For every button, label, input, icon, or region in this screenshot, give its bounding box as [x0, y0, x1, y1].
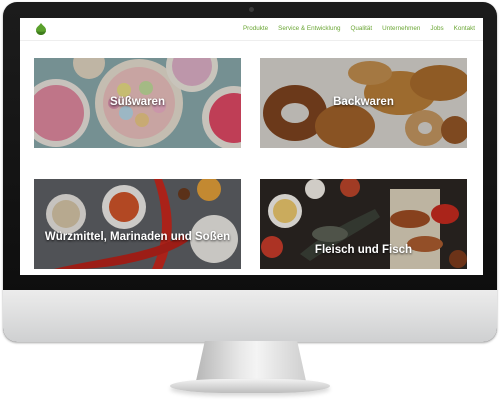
category-tile-suesswaren[interactable]: Süßwaren: [34, 58, 241, 148]
menu-item-kontakt[interactable]: Kontakt: [454, 25, 475, 32]
tile-title: Würzmittel, Marinaden und Soßen: [44, 231, 231, 243]
leaf-logo-icon[interactable]: [34, 22, 48, 36]
monitor-stand: [196, 341, 306, 381]
imac-monitor: Produkte Service & Entwicklung Qualität …: [3, 2, 497, 342]
tile-title: Backwaren: [333, 96, 394, 108]
tile-title: Fleisch und Fisch: [314, 244, 413, 256]
menu-item-jobs[interactable]: Jobs: [430, 25, 443, 32]
category-tile-backwaren[interactable]: Backwaren: [260, 58, 467, 148]
category-tile-fleisch-fisch[interactable]: Fleisch und Fisch: [260, 179, 467, 269]
spices-photo: [34, 179, 241, 269]
main-menu: Produkte Service & Entwicklung Qualität …: [243, 25, 475, 32]
top-navigation: Produkte Service & Entwicklung Qualität …: [20, 18, 483, 41]
menu-item-unternehmen[interactable]: Unternehmen: [382, 25, 420, 32]
menu-item-service-entwicklung[interactable]: Service & Entwicklung: [278, 25, 340, 32]
website-screen: Produkte Service & Entwicklung Qualität …: [20, 18, 483, 275]
menu-item-qualitaet[interactable]: Qualität: [350, 25, 372, 32]
camera-dot: [249, 7, 254, 12]
menu-item-produkte[interactable]: Produkte: [243, 25, 268, 32]
category-tile-wuerzmittel[interactable]: Würzmittel, Marinaden und Soßen: [34, 179, 241, 269]
monitor-stand-base: [170, 379, 330, 393]
monitor-chin: [3, 290, 497, 342]
tile-title: Süßwaren: [110, 96, 165, 108]
